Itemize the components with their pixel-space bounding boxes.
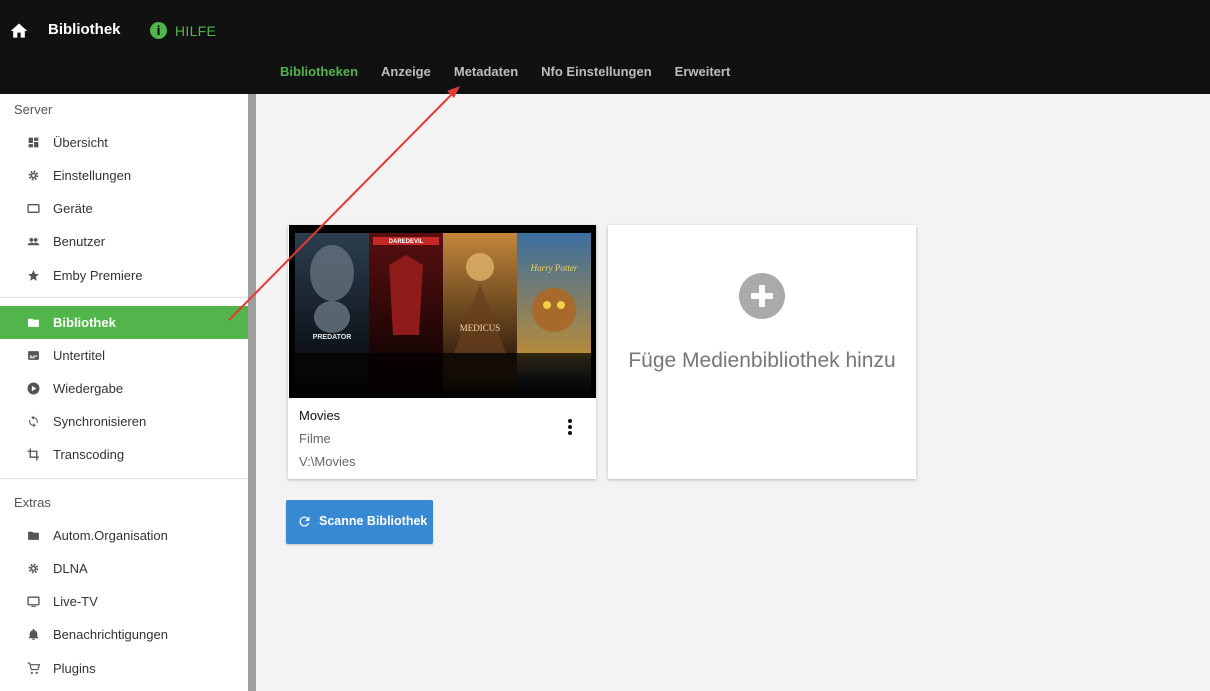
sidebar-item-label: Benachrichtigungen [53,627,168,642]
section-header-server: Server [14,102,53,117]
poster-collage-image: PREDATOR DAREDEVIL MEDICUS Harry Potter [289,233,596,398]
tv-icon [27,596,40,607]
device-icon [27,204,40,213]
refresh-icon [299,516,310,527]
bell-icon [28,628,39,640]
play-icon [27,382,40,395]
sidebar-item-label: Live-TV [53,594,98,609]
library-path: V:\Movies [299,454,356,469]
sidebar-item-synchronisieren[interactable]: Synchronisieren [0,405,248,438]
tab-nfo-einstellungen[interactable]: Nfo Einstellungen [541,64,652,79]
sidebar-item-label: Wiedergabe [53,381,124,396]
add-library-label: Füge Medienbibliothek hinzu [628,349,896,372]
subtitles-icon [28,351,39,360]
more-options-icon[interactable] [564,417,576,437]
sidebar-item-geraete[interactable]: Geräte [0,192,248,225]
sidebar-divider [0,297,248,298]
sidebar-item-label: Geräte [53,201,93,216]
sidebar-item-wiedergabe[interactable]: Wiedergabe [0,372,248,405]
settings-tabs: Bibliotheken Anzeige Metadaten Nfo Einst… [280,64,730,79]
sidebar-item-einstellungen[interactable]: Einstellungen [0,159,248,192]
tab-bibliotheken[interactable]: Bibliotheken [280,64,358,79]
cart-icon [27,662,40,674]
gear-icon [28,563,39,574]
info-icon: i [150,22,167,39]
library-name: Movies [299,408,341,423]
sidebar-item-benachrichtigungen[interactable]: Benachrichtigungen [0,618,248,651]
folder-icon [28,531,39,540]
sidebar-item-label: Emby Premiere [53,268,143,283]
sidebar: Server Übersicht Einstellungen Geräte Be… [0,94,248,691]
sidebar-item-emby-premiere[interactable]: Emby Premiere [0,259,248,292]
sidebar-item-label: DLNA [53,561,88,576]
help-label: HILFE [175,22,217,39]
star-icon [28,270,39,281]
sidebar-item-untertitel[interactable]: Untertitel [0,339,248,372]
tab-anzeige[interactable]: Anzeige [381,64,431,79]
add-library-card[interactable]: Füge Medienbibliothek hinzu [608,225,916,479]
tab-erweitert[interactable]: Erweitert [675,64,731,79]
poster-title-medicus: MEDICUS [460,323,501,333]
poster-title-predator: PREDATOR [313,334,352,341]
folder-icon [28,318,39,327]
sidebar-item-label: Untertitel [53,348,106,363]
sidebar-item-label: Bibliothek [53,315,116,330]
page-title: Bibliothek [48,21,121,38]
tab-metadaten[interactable]: Metadaten [454,64,518,79]
sidebar-item-label: Synchronisieren [53,414,147,429]
sidebar-item-dlna[interactable]: DLNA [0,552,248,585]
sidebar-item-label: Einstellungen [53,168,132,183]
home-icon[interactable] [9,21,29,41]
sidebar-item-plugins[interactable]: Plugins [0,652,248,685]
scan-library-label: Scanne Bibliothek [319,514,428,528]
dashboard-icon [28,137,39,148]
section-header-extras: Extras [14,495,51,510]
people-icon [27,237,40,246]
poster-title-harry-potter: Harry Potter [530,263,578,273]
sidebar-scrollbar[interactable] [248,94,256,691]
sidebar-item-label: Benutzer [53,234,106,249]
add-icon [739,273,785,319]
sidebar-item-label: Plugins [53,661,96,676]
sidebar-item-label: Autom.Organisation [53,528,168,543]
library-type: Filme [299,431,331,446]
library-poster-collage: PREDATOR DAREDEVIL MEDICUS Harry Potter [289,225,596,398]
top-bar: Bibliothek i HILFE Bibliotheken Anzeige … [0,0,1210,94]
crop-icon [27,448,39,461]
sidebar-item-live-tv[interactable]: Live-TV [0,585,248,618]
library-card-movies[interactable]: PREDATOR DAREDEVIL MEDICUS Harry Potter … [288,225,596,479]
gear-icon [28,170,39,181]
sidebar-item-bibliothek[interactable]: Bibliothek [0,306,248,339]
sync-icon [29,415,38,428]
sidebar-item-autom-organisation[interactable]: Autom.Organisation [0,519,248,552]
sidebar-item-label: Übersicht [53,135,108,150]
scan-library-button[interactable]: Scanne Bibliothek [286,500,433,544]
poster-title-daredevil: DAREDEVIL [389,239,424,245]
sidebar-item-uebersicht[interactable]: Übersicht [0,126,248,159]
sidebar-item-label: Transcoding [53,447,125,462]
help-button[interactable]: i HILFE [150,22,216,39]
sidebar-item-benutzer[interactable]: Benutzer [0,225,248,258]
sidebar-item-transcoding[interactable]: Transcoding [0,438,248,471]
sidebar-divider [0,478,248,479]
